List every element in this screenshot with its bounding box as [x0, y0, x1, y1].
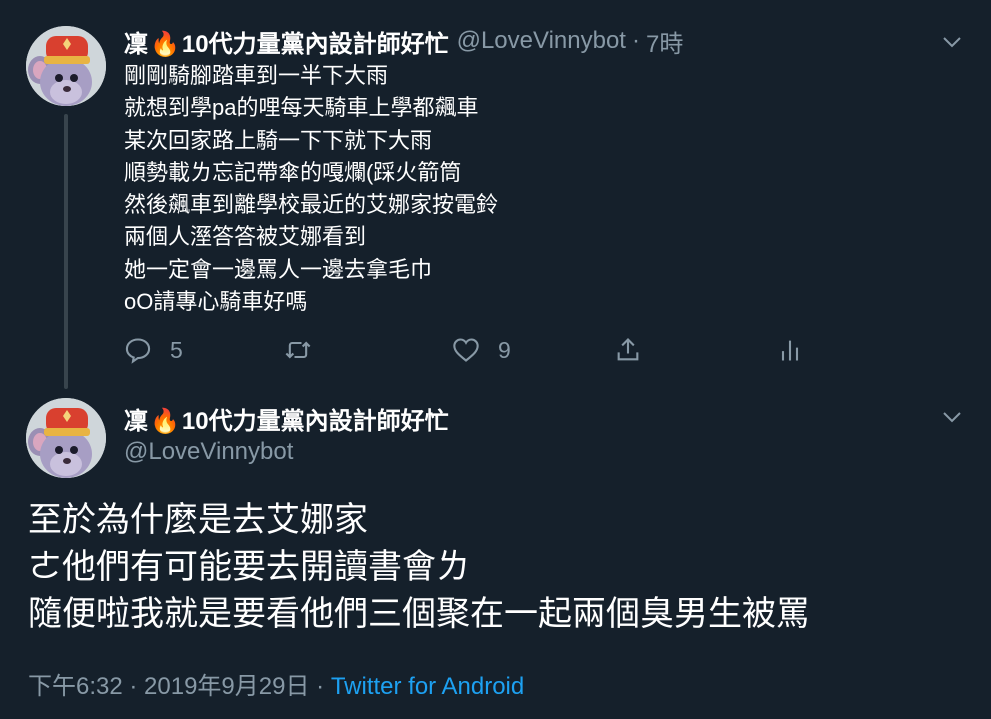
tweet-line: oO請專心騎車好嗎 — [124, 289, 308, 315]
timestamp[interactable]: 7時 — [646, 24, 683, 59]
parent-tweet[interactable]: 凜🔥10代力量黨內設計師好忙 @LoveVinnybot · 7時 剛剛騎腳踏車… — [0, 0, 991, 392]
handle[interactable]: @LoveVinnybot — [124, 438, 293, 466]
tweet-header: 凜🔥10代力量黨內設計師好忙 — [124, 401, 449, 436]
avatar[interactable] — [26, 398, 106, 478]
fire-icon: 🔥 — [150, 407, 180, 435]
tweet-header: 凜🔥10代力量黨內設計師好忙 @LoveVinnybot · 7時 — [124, 24, 683, 59]
tweet-line: ㄜ他們有可能要去開讀書會ㄌ — [28, 548, 470, 586]
tweet-line: 然後飆車到離學校最近的艾娜家按電鈴 — [124, 192, 499, 218]
retweet-button[interactable] — [284, 332, 330, 368]
tweet-line: 剛剛騎腳踏車到一半下大雨 — [124, 63, 389, 88]
share-button[interactable] — [614, 332, 642, 368]
display-name-first: 凜 — [124, 407, 148, 435]
handle[interactable]: @LoveVinnybot — [457, 27, 626, 55]
rat-avatar-icon — [26, 398, 106, 478]
thread-line — [64, 114, 68, 389]
rat-avatar-icon — [26, 26, 106, 106]
reply-icon — [125, 338, 151, 364]
tweet-line: 兩個人溼答答被艾娜看到 — [124, 224, 367, 250]
separator-dot: · — [631, 27, 640, 54]
share-icon — [617, 338, 639, 361]
tweet-line: 她一定會一邊罵人一邊去拿毛巾 — [124, 256, 433, 282]
action-bar: 5 9 — [124, 332, 824, 368]
analytics-icon — [781, 340, 799, 361]
tweet-line: 隨便啦我就是要看他們三個聚在一起兩個臭男生被罵 — [28, 595, 810, 633]
tweet-line: 某次回家路上騎一下下就下大雨 — [124, 127, 433, 153]
tweet-line: 順勢載ㄌ忘記帶傘的嘎爛(踩火箭筒 — [124, 159, 462, 185]
avatar[interactable] — [26, 26, 106, 106]
tweet-datetime[interactable]: 下午6:32 · 2019年9月29日 · — [28, 673, 331, 700]
heart-icon — [453, 338, 479, 362]
display-name-rest: 10代力量黨內設計師好忙 — [181, 407, 449, 435]
tweet-line: 至於為什麼是去艾娜家 — [28, 501, 368, 539]
chevron-down-icon[interactable] — [940, 30, 964, 54]
tweet-text: 剛剛騎腳踏車到一半下大雨 就想到學pa的哩每天騎車上學都飆車 某次回家路上騎一下… — [124, 60, 944, 318]
tweet-meta: 下午6:32 · 2019年9月29日 · Twitter for Androi… — [28, 666, 524, 701]
tweet-text: 至於為什麼是去艾娜家 ㄜ他們有可能要去開讀書會ㄌ 隨便啦我就是要看他們三個聚在一… — [28, 497, 968, 638]
reply-count: 5 — [170, 336, 183, 363]
display-name[interactable]: 凜🔥10代力量黨內設計師好忙 — [124, 24, 449, 59]
like-count: 9 — [498, 336, 511, 363]
reply-button[interactable]: 5 — [124, 332, 183, 368]
display-name-rest: 10代力量黨內設計師好忙 — [181, 30, 449, 58]
like-button[interactable]: 9 — [452, 332, 511, 368]
source-app-link[interactable]: Twitter for Android — [331, 673, 524, 700]
retweet-icon — [285, 341, 311, 359]
tweet-line: 就想到學pa的哩每天騎車上學都飆車 — [124, 95, 479, 121]
analytics-button[interactable] — [776, 332, 804, 368]
chevron-down-icon[interactable] — [940, 405, 964, 429]
fire-icon: 🔥 — [150, 30, 180, 58]
display-name[interactable]: 凜🔥10代力量黨內設計師好忙 — [124, 401, 449, 436]
display-name-first: 凜 — [124, 30, 148, 58]
